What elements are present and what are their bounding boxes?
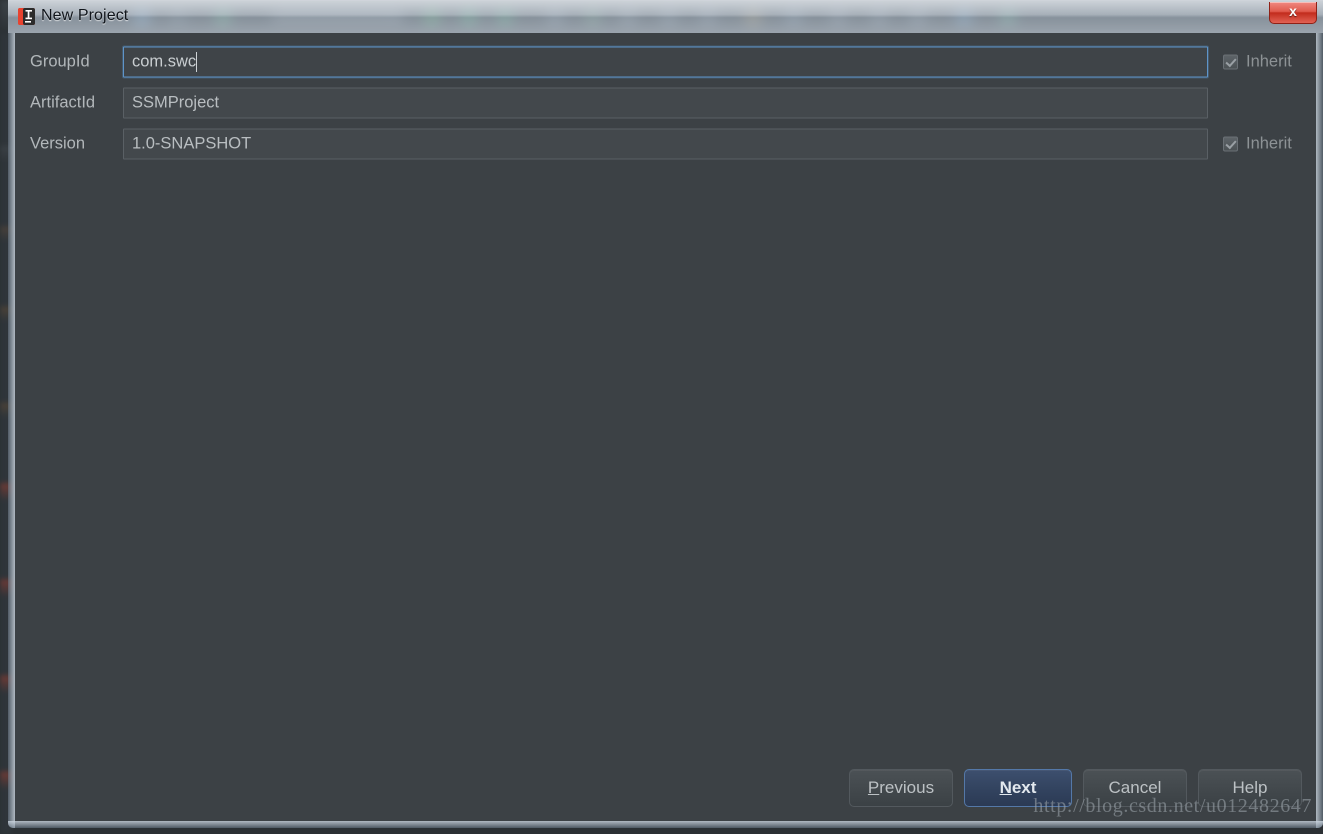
groupid-inherit-checkbox[interactable]: Inherit xyxy=(1223,52,1292,71)
text-caret xyxy=(196,51,198,72)
next-button[interactable]: Next xyxy=(964,769,1072,807)
form-row-version: Version Inherit xyxy=(15,123,1316,164)
window-border-right xyxy=(1316,33,1323,828)
previous-button[interactable]: Previous xyxy=(849,769,953,807)
groupid-input[interactable] xyxy=(123,46,1208,77)
new-project-dialog: New Project x GroupId Inherit ArtifactId xyxy=(8,0,1323,828)
help-button[interactable]: Help xyxy=(1198,769,1302,807)
checkbox-checked-icon xyxy=(1223,54,1238,69)
version-input[interactable] xyxy=(123,128,1208,159)
dialog-title-bar: New Project x xyxy=(8,0,1323,33)
intellij-idea-icon xyxy=(18,8,35,25)
cancel-button[interactable]: Cancel xyxy=(1083,769,1187,807)
dialog-title: New Project xyxy=(41,7,129,24)
version-inherit-checkbox[interactable]: Inherit xyxy=(1223,134,1292,153)
version-label: Version xyxy=(30,134,86,152)
close-icon[interactable]: x xyxy=(1269,2,1317,24)
form-row-groupid: GroupId Inherit xyxy=(15,41,1316,82)
previous-button-label: Previous xyxy=(867,778,935,797)
checkbox-checked-icon xyxy=(1223,136,1238,151)
next-button-label: Next xyxy=(999,778,1037,797)
maven-coordinates-form: GroupId Inherit ArtifactId Version Inher… xyxy=(15,33,1316,164)
artifactid-label: ArtifactId xyxy=(30,93,96,111)
window-border-bottom xyxy=(8,821,1323,828)
close-glyph: x xyxy=(1289,3,1297,19)
groupid-inherit-label: Inherit xyxy=(1246,52,1292,70)
dialog-body: GroupId Inherit ArtifactId Version Inher… xyxy=(15,33,1316,821)
artifactid-input[interactable] xyxy=(123,87,1208,118)
groupid-label: GroupId xyxy=(30,52,90,70)
version-inherit-label: Inherit xyxy=(1246,134,1292,152)
dialog-button-bar: Previous Next Cancel Help xyxy=(849,769,1302,807)
form-row-artifactid: ArtifactId xyxy=(15,82,1316,123)
window-border-left xyxy=(8,33,15,828)
